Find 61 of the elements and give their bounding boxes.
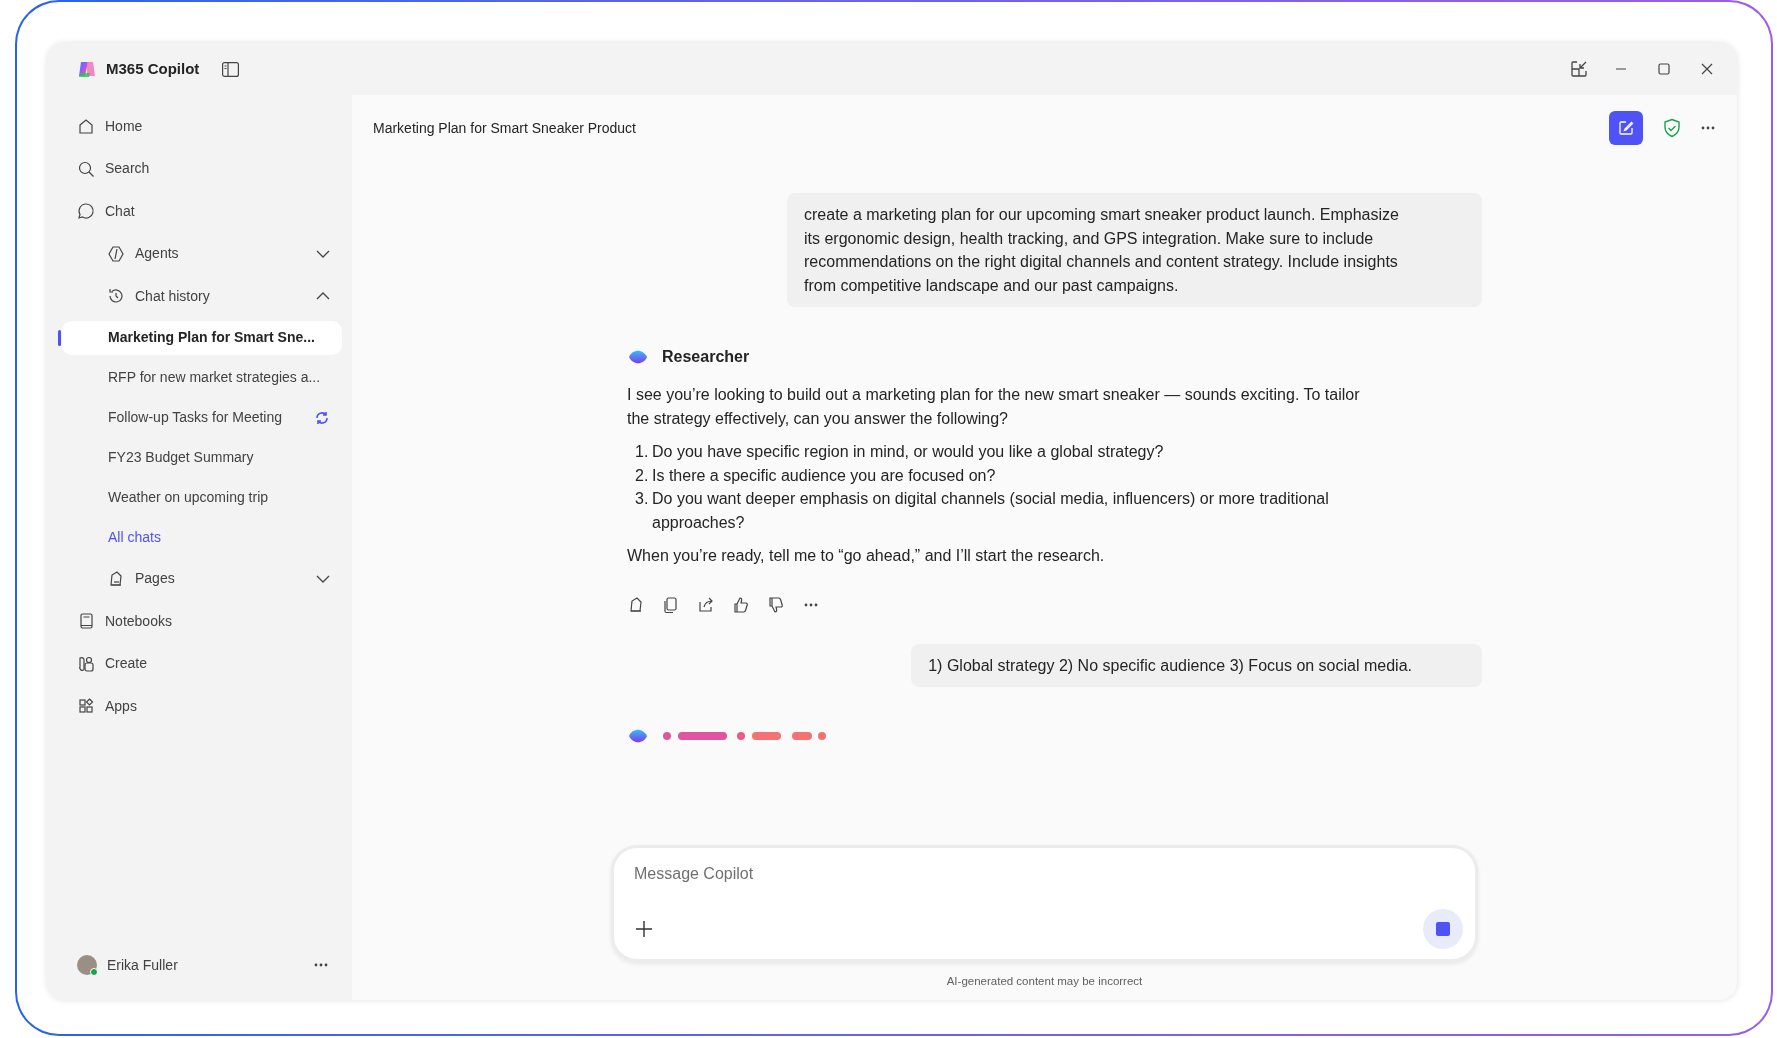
compact-view-icon[interactable] [1570,60,1588,78]
pages-icon[interactable] [627,595,645,614]
create-icon [77,654,95,673]
chat-title: Marketing Plan for Smart Sneaker Product [373,118,636,138]
compose-icon [1618,120,1634,136]
nav-item[interactable]: Apps [105,695,137,717]
shield-check-icon[interactable] [1663,118,1681,138]
chat-history-item[interactable]: Weather on upcoming trip [62,480,342,515]
chat-history-item[interactable]: RFP for new market strategies a... [62,360,342,395]
chat-bubble-icon [77,202,95,221]
chevron-up-icon[interactable] [316,292,330,301]
new-chat-button[interactable] [1609,111,1643,145]
share-icon[interactable] [697,595,715,614]
nav-group[interactable]: Agents [135,243,179,265]
list-number: 1. [634,442,650,462]
app-title: M365 Copilot [106,58,200,79]
stop-button[interactable] [1423,908,1463,949]
chat-history-item[interactable]: Marketing Plan for Smart Sne... [62,320,342,355]
disclaimer-text: AI-generated content may be incorrect [946,973,1143,989]
thumbs-down-icon[interactable] [767,595,785,614]
home-icon [77,117,95,136]
notebook-icon [77,612,95,631]
chevron-down-icon[interactable] [316,574,330,583]
message-text: I see you’re looking to build out a marketing plan for the new smart sneaker — sounds exciting. To tailor the strategy effectively, can you answer the following? [627,385,1361,429]
list-number: 2. [634,465,650,486]
search-icon [77,159,95,178]
history-icon [107,287,125,306]
nav-item[interactable]: Search [105,158,150,180]
thumbs-up-icon[interactable] [732,595,750,614]
add-icon[interactable] [634,918,654,939]
chat-history-item[interactable]: FY23 Budget Summary [62,440,342,475]
sidebar-toggle-icon[interactable] [222,61,240,77]
nav-group[interactable]: Chat history [135,285,210,307]
avatar[interactable] [77,955,97,975]
nav-item[interactable]: Create [105,653,148,675]
list-number: 3. [634,489,650,509]
nav-item[interactable]: Home [105,115,143,137]
user-message: create a marketing plan for our upcoming smart sneaker product launch. Emphasize its ergonomic design, health tracking, and GPS integration. Make sure to include recommendations on the right digital channels and content strategy. Include insights from competitive landscape and our past campaigns. [787,193,1482,307]
stop-icon [1436,921,1450,936]
nav-group[interactable]: Pages [135,568,175,590]
chevron-down-icon[interactable] [316,249,330,258]
all-chats-link[interactable]: All chats [108,527,161,548]
user-name[interactable]: Erika Fuller [107,954,178,976]
more-icon[interactable] [1701,126,1715,130]
app-logo-icon [77,59,97,79]
agent-name: Researcher [662,347,750,367]
message-input[interactable]: Message Copilot [634,861,1455,886]
chat-history-item[interactable]: Follow-up Tasks for Meeting [62,400,342,435]
user-message: 1) Global strategy 2) No specific audience 3) Focus on social media. [911,643,1482,687]
agents-icon [107,244,125,263]
more-icon[interactable] [314,963,328,967]
list-item-text: Do you have specific region in mind, or would you like a global strategy? [652,442,1165,462]
list-item-text: Do you want deeper emphasis on digital channels (social media, influencers) or more traditional approaches? [652,489,1330,533]
nav-item[interactable]: Notebooks [105,610,172,632]
pages-icon [107,569,125,588]
apps-icon [77,697,95,716]
selection-indicator [58,329,61,346]
copy-icon[interactable] [662,595,680,614]
list-item-text: Is there a specific audience you are focused on? [652,465,997,486]
message-text: When you’re ready, tell me to “go ahead,” and I’ll start the research. [627,546,1106,566]
nav-item[interactable]: Chat [105,200,135,222]
